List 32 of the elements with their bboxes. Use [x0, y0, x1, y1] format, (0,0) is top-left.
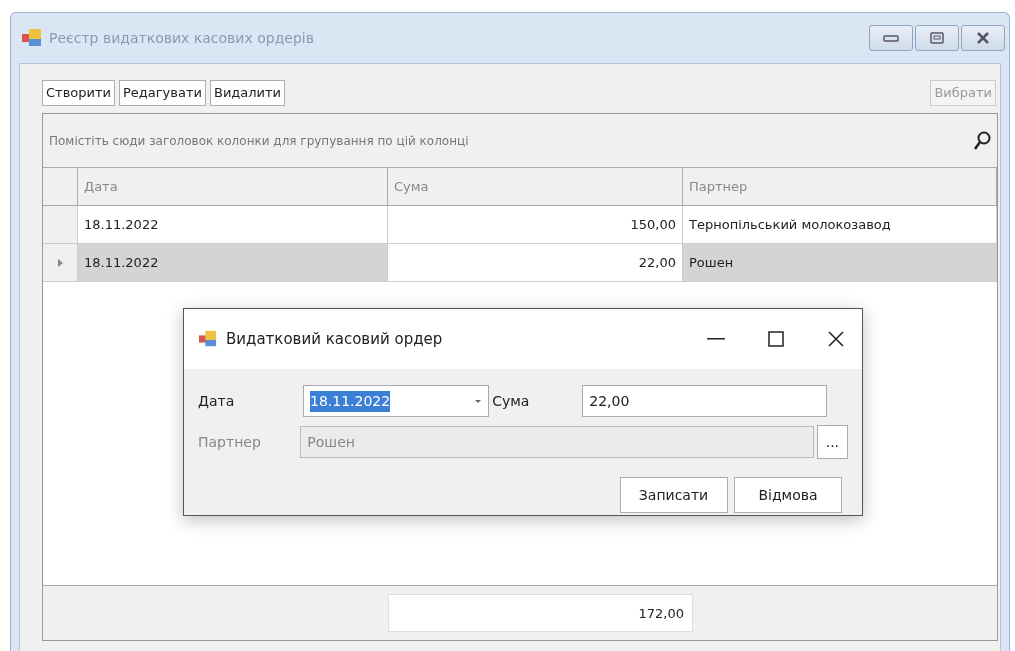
minimize-icon — [707, 338, 725, 340]
table-cell: 18.11.2022 — [78, 244, 388, 282]
close-icon — [976, 32, 990, 44]
toolbar-button[interactable]: Створити — [42, 80, 115, 106]
browse-button[interactable]: ... — [816, 425, 848, 459]
dropdown-icon — [474, 398, 482, 404]
field-label: Партнер — [198, 432, 262, 452]
maximize-button[interactable] — [915, 25, 959, 51]
toolbar-button[interactable]: Редагувати — [119, 80, 206, 106]
close-icon — [828, 331, 844, 347]
row-indicator-cell[interactable] — [43, 206, 78, 244]
table-cell: Рошен — [683, 244, 997, 282]
maximize-icon — [768, 331, 784, 347]
amount-field[interactable]: 22,00 — [582, 385, 828, 417]
total-cell: 172,00 — [388, 594, 693, 632]
window-title: Реєстр видаткових касових ордерів — [49, 28, 314, 48]
dialog-title: Видатковий касовий ордер — [226, 328, 443, 350]
minimize-icon — [883, 34, 899, 42]
row-indicator-cell[interactable] — [43, 244, 78, 282]
date-field[interactable]: 18.11.2022 — [303, 385, 489, 417]
toolbar-button[interactable]: Видалити — [209, 80, 286, 106]
maximize-icon — [930, 32, 944, 44]
app-icon — [198, 330, 218, 348]
group-panel-hint: Помістіть сюди заголовок колонки для групування по цій колонці — [49, 132, 469, 150]
dialog-button[interactable]: Відмова — [734, 477, 842, 513]
search-icon[interactable] — [973, 130, 991, 151]
close-button[interactable] — [961, 25, 1005, 51]
field-label: Сума — [492, 391, 531, 411]
dialog-button[interactable]: Записати — [619, 477, 728, 513]
table-cell: 22,00 — [388, 244, 683, 282]
field-label: Дата — [198, 391, 236, 411]
app-icon — [21, 28, 43, 48]
